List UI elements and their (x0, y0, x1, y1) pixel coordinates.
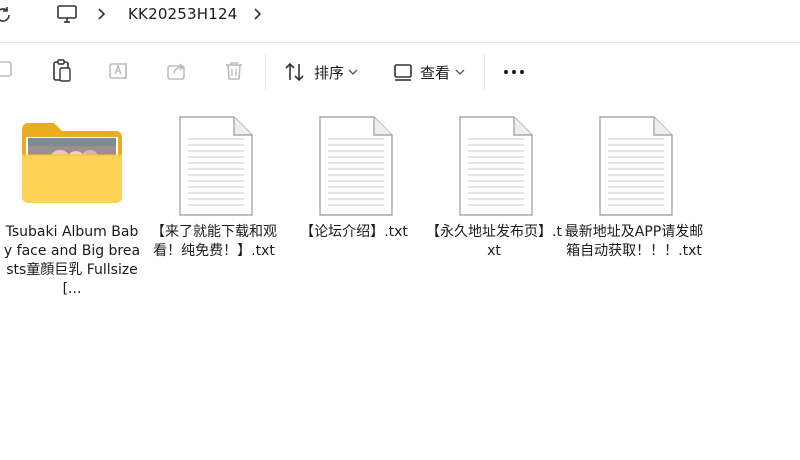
chevron-down-icon (348, 69, 358, 75)
more-options-icon[interactable] (501, 62, 527, 82)
sort-button[interactable]: 排序 (284, 60, 364, 84)
file-grid: Tsubaki Album Baby face and Big breasts童… (0, 99, 800, 460)
text-file-icon (179, 116, 253, 216)
text-file-icon (599, 116, 673, 216)
view-label: 查看 (420, 64, 451, 82)
view-icon (394, 64, 412, 81)
sort-label: 排序 (314, 64, 345, 82)
address-bar: KK20253H124 (0, 0, 800, 34)
share-icon[interactable] (165, 59, 189, 83)
breadcrumb-item[interactable]: KK20253H124 (128, 5, 238, 23)
file-name: 最新地址及APP请发邮箱自动获取！！！.txt (564, 224, 704, 259)
text-file-icon (459, 116, 533, 216)
this-pc-icon[interactable] (56, 3, 78, 25)
chevron-right-icon[interactable] (96, 6, 108, 22)
sort-icon (285, 62, 304, 82)
file-name: 【永久地址发布页】.txt (426, 224, 562, 259)
chevron-down-icon (455, 69, 465, 75)
file-name: Tsubaki Album Baby face and Big breasts童… (3, 224, 141, 297)
toolbar-divider (484, 54, 485, 90)
copy-icon[interactable] (0, 58, 16, 80)
rename-icon[interactable] (107, 59, 131, 83)
file-name: 【论坛介绍】.txt (300, 224, 408, 240)
delete-icon[interactable] (222, 59, 246, 83)
refresh-icon[interactable] (0, 4, 14, 26)
paste-icon[interactable] (50, 58, 74, 84)
folder-icon (22, 123, 122, 203)
file-name: 【来了就能下载和观看！纯免费！】.txt (151, 224, 277, 259)
view-button[interactable]: 查看 (393, 60, 473, 84)
toolbar-divider (265, 54, 266, 90)
chevron-right-icon[interactable] (252, 6, 264, 22)
text-file-icon (319, 116, 393, 216)
